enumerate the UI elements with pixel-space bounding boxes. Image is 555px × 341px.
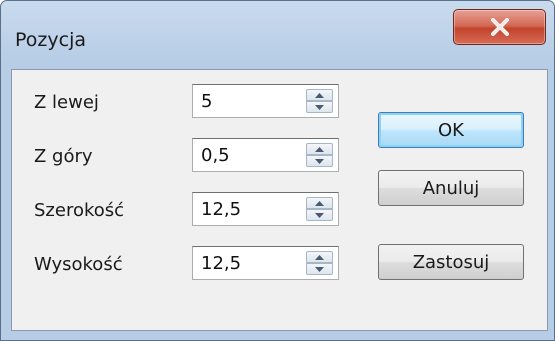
chevron-down-icon xyxy=(315,266,324,272)
left-spin-up-button[interactable] xyxy=(306,89,333,101)
chevron-up-icon xyxy=(315,254,324,260)
left-spinbox[interactable]: 5 xyxy=(192,84,339,118)
close-button[interactable] xyxy=(453,9,546,45)
width-label: Szerokość xyxy=(34,200,125,221)
width-spin-up-button[interactable] xyxy=(306,197,333,209)
left-spin-buttons xyxy=(306,89,333,113)
top-spin-down-button[interactable] xyxy=(306,155,333,167)
width-value[interactable]: 12,5 xyxy=(201,199,241,220)
chevron-up-icon xyxy=(315,146,324,152)
dialog-title: Pozycja xyxy=(15,29,86,51)
height-label: Wysokość xyxy=(34,254,123,275)
chevron-up-icon xyxy=(315,200,324,206)
top-spin-buttons xyxy=(306,143,333,167)
width-spinbox[interactable]: 12,5 xyxy=(192,192,339,226)
left-value[interactable]: 5 xyxy=(201,91,212,112)
chevron-down-icon xyxy=(315,212,324,218)
height-spin-up-button[interactable] xyxy=(306,251,333,263)
close-icon xyxy=(489,18,511,36)
ok-button[interactable]: OK xyxy=(378,112,524,148)
height-value[interactable]: 12,5 xyxy=(201,253,241,274)
width-spin-buttons xyxy=(306,197,333,221)
top-spinbox[interactable]: 0,5 xyxy=(192,138,339,172)
top-value[interactable]: 0,5 xyxy=(201,145,230,166)
left-label: Z lewej xyxy=(34,92,99,113)
apply-button[interactable]: Zastosuj xyxy=(378,244,524,280)
width-spin-down-button[interactable] xyxy=(306,209,333,221)
chevron-down-icon xyxy=(315,158,324,164)
left-spin-down-button[interactable] xyxy=(306,101,333,113)
title-bar[interactable]: Pozycja xyxy=(1,1,554,67)
height-spinbox[interactable]: 12,5 xyxy=(192,246,339,280)
cancel-button[interactable]: Anuluj xyxy=(378,170,524,206)
chevron-down-icon xyxy=(315,104,324,110)
height-spin-down-button[interactable] xyxy=(306,263,333,275)
chevron-up-icon xyxy=(315,92,324,98)
height-spin-buttons xyxy=(306,251,333,275)
top-spin-up-button[interactable] xyxy=(306,143,333,155)
dialog-client-area: Z lewej 5 Z góry 0,5 Szerokość 12,5 Wyso… xyxy=(11,69,548,331)
top-label: Z góry xyxy=(34,146,93,167)
dialog-window: Pozycja Z lewej 5 Z góry 0,5 Szerokość 1… xyxy=(0,0,555,341)
